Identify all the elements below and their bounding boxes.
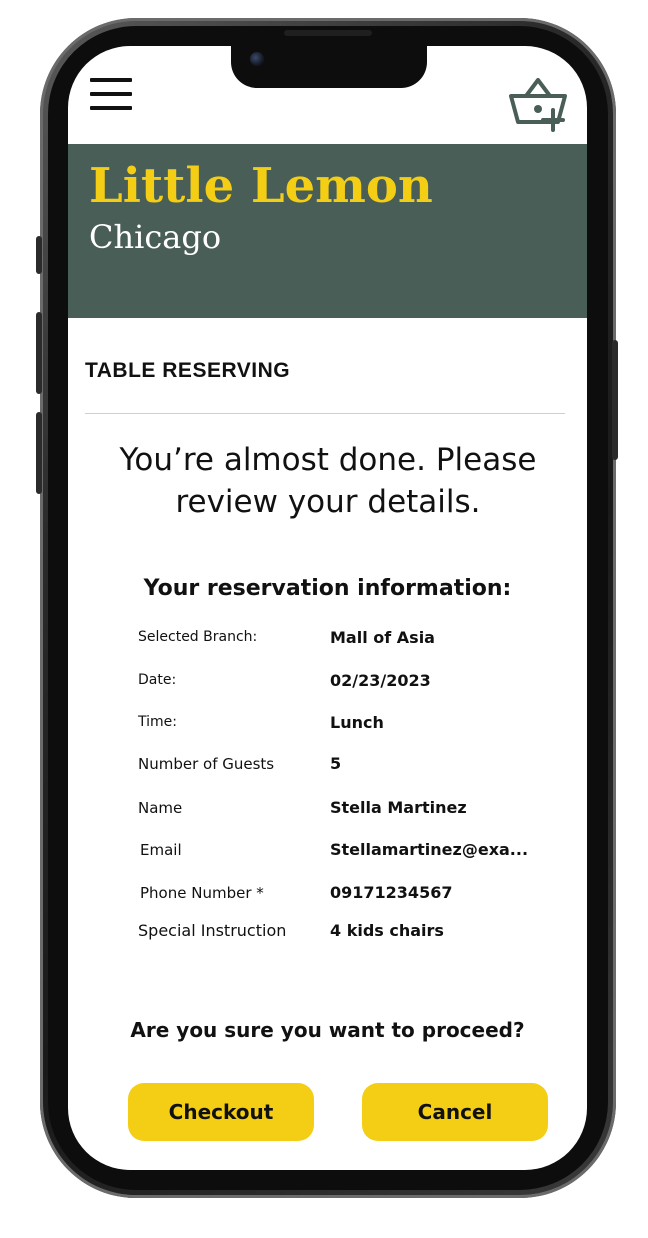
hamburger-menu-icon[interactable] xyxy=(90,78,134,110)
detail-row-date: Date: 02/23/2023 xyxy=(68,669,587,695)
detail-value: 09171234567 xyxy=(330,883,453,902)
detail-row-email: Email Stellamartinez@exa... xyxy=(68,838,587,864)
cancel-button[interactable]: Cancel xyxy=(362,1083,548,1141)
phone-speaker xyxy=(284,30,372,36)
detail-label: Special Instruction xyxy=(138,921,287,940)
detail-value: Stella Martinez xyxy=(330,798,467,817)
divider xyxy=(85,413,565,414)
detail-label: Name xyxy=(138,799,183,817)
brand-subtitle: Chicago xyxy=(89,218,222,256)
checkout-button[interactable]: Checkout xyxy=(128,1083,314,1141)
phone-side-button xyxy=(36,312,42,394)
camera-icon xyxy=(250,52,264,66)
detail-row-branch: Selected Branch: Mall of Asia xyxy=(68,626,587,652)
detail-value: 4 kids chairs xyxy=(330,921,444,940)
detail-label: Time: xyxy=(138,714,177,730)
detail-value: Lunch xyxy=(330,713,384,732)
app-screen: Little Lemon Chicago TABLE RESERVING You… xyxy=(68,46,587,1170)
detail-row-time: Time: Lunch xyxy=(68,711,587,737)
detail-label: Phone Number * xyxy=(140,884,264,902)
basket-add-icon[interactable] xyxy=(508,76,568,132)
page-section-title: TABLE RESERVING xyxy=(85,359,291,382)
phone-side-button xyxy=(36,236,42,274)
detail-value: 02/23/2023 xyxy=(330,671,431,690)
detail-label: Email xyxy=(140,841,182,859)
phone-side-button xyxy=(612,340,618,460)
detail-row-phone: Phone Number * 09171234567 xyxy=(68,881,587,907)
phone-side-button xyxy=(36,412,42,494)
detail-row-special-instruction: Special Instruction 4 kids chairs xyxy=(68,919,587,945)
detail-value: Mall of Asia xyxy=(330,628,435,647)
detail-row-guests: Number of Guests 5 xyxy=(68,752,587,778)
detail-value: Stellamartinez@exa... xyxy=(330,840,529,859)
review-headline: You’re almost done. Please review your d… xyxy=(119,442,537,520)
brand-title: Little Lemon xyxy=(89,158,433,214)
reservation-info-title: Your reservation information: xyxy=(143,576,512,601)
detail-label: Selected Branch: xyxy=(138,629,258,645)
detail-label: Date: xyxy=(138,672,177,688)
detail-label: Number of Guests xyxy=(138,755,275,773)
confirm-question: Are you sure you want to proceed? xyxy=(130,1018,525,1042)
hero-banner: Little Lemon Chicago xyxy=(68,144,587,318)
detail-value: 5 xyxy=(330,754,342,773)
detail-row-name: Name Stella Martinez xyxy=(68,796,587,822)
